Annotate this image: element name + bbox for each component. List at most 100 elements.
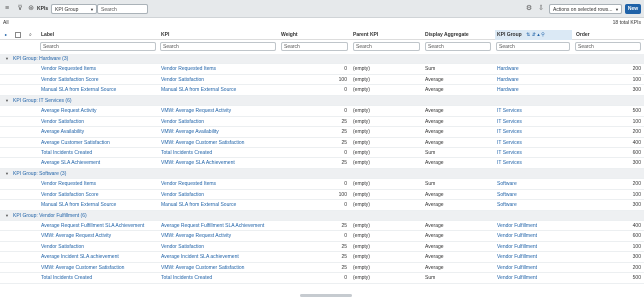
kpi-cell[interactable]: VMW: Average Request Activity <box>161 108 231 114</box>
kpi-group-cell[interactable]: Vendor Fulfillment <box>497 244 537 250</box>
kpi-group-cell[interactable]: Hardware <box>497 87 519 93</box>
kpi-cell[interactable]: VMW: Average SLA Achievement <box>161 160 235 166</box>
kpi-group-cell[interactable]: IT Services <box>497 119 522 125</box>
kpi-cell[interactable]: VMW: Average Request Activity <box>161 233 231 239</box>
kpi-cell[interactable]: Average Request Fulfillment SLA Achievem… <box>161 223 264 229</box>
kpi-group-cell[interactable]: Software <box>497 202 517 208</box>
kpi-group-cell[interactable]: Hardware <box>497 66 519 72</box>
table-row[interactable]: Vendor Satisfaction Score Vendor Satisfac… <box>0 190 644 201</box>
kpi-cell[interactable]: Vendor Satisfaction <box>161 244 204 250</box>
group-row[interactable]: ▼ KPI Group: Vendor Fulfillment (6) <box>0 210 644 221</box>
column-parent-kpi[interactable]: Parent KPI <box>353 32 378 38</box>
group-title[interactable]: KPI Group: Vendor Fulfillment (6) <box>13 213 87 219</box>
label-cell[interactable]: Vendor Satisfaction Score <box>41 77 99 83</box>
table-row[interactable]: Average Customer Satisfaction VMW: Averag… <box>0 138 644 148</box>
kpi-group-cell[interactable]: Software <box>497 181 517 187</box>
kpi-group-cell[interactable]: IT Services <box>497 150 522 156</box>
kpi-cell[interactable]: Vendor Satisfaction <box>161 119 204 125</box>
kpi-cell[interactable]: Manual SLA from External Source <box>161 202 236 208</box>
group-title[interactable]: KPI Group: IT Services (6) <box>13 98 72 104</box>
column-order[interactable]: Order <box>576 32 590 38</box>
label-cell[interactable]: Average Request Activity <box>41 108 97 114</box>
table-row[interactable]: Vendor Requested Items Vendor Requested I… <box>0 64 644 75</box>
search-icon[interactable]: ⌕ <box>29 32 32 38</box>
table-row[interactable]: Vendor Satisfaction Vendor Satisfaction 25… <box>0 117 644 128</box>
kpi-cell[interactable]: VMW: Average Customer Satisfaction <box>161 140 244 146</box>
kpi-cell[interactable]: Total Incidents Created <box>161 275 212 281</box>
kpi-cell[interactable]: VMW: Average Availability <box>161 129 219 135</box>
column-label[interactable]: Label <box>41 32 54 38</box>
label-cell[interactable]: Average Availability <box>41 129 84 135</box>
table-row[interactable]: Average Incident SLA achievement Average … <box>0 252 644 263</box>
kpi-group-cell[interactable]: Hardware <box>497 77 519 83</box>
column-kpi-group[interactable]: KPI Group ⇅ ⇵ ▴ ⚲ <box>495 30 572 40</box>
label-cell[interactable]: Average SLA Achievement <box>41 160 100 166</box>
filter-weight-input[interactable]: Search <box>281 42 348 51</box>
kpi-group-cell[interactable]: IT Services <box>497 108 522 114</box>
table-row[interactable]: Vendor Requested Items Vendor Requested I… <box>0 179 644 190</box>
filter-icon[interactable]: ⊽ <box>16 5 24 13</box>
column-display-aggregate[interactable]: Display Aggregate <box>425 32 469 38</box>
group-by-select[interactable]: KPI Group ▼ <box>51 4 97 14</box>
label-cell[interactable]: VMW: Average Request Activity <box>41 233 111 239</box>
new-button[interactable]: New <box>625 4 641 14</box>
gear-icon[interactable]: ⚙ <box>525 5 533 13</box>
filter-label-input[interactable]: Search <box>40 42 156 51</box>
kpi-cell[interactable]: Average Incident SLA achievement <box>161 254 239 260</box>
group-title[interactable]: KPI Group: Hardware (3) <box>13 56 68 62</box>
table-row[interactable]: Vendor Satisfaction Score Vendor Satisfac… <box>0 75 644 86</box>
table-row[interactable]: Average Availability VMW: Average Availab… <box>0 127 644 138</box>
collapse-group-icon[interactable]: ▼ <box>5 98 9 103</box>
search-input[interactable]: Search <box>97 4 148 14</box>
actions-select[interactable]: Actions on selected rows... ▼ <box>549 4 622 14</box>
kpi-group-cell[interactable]: Vendor Fulfillment <box>497 254 537 260</box>
table-row[interactable]: Total Incidents Created Total Incidents C… <box>0 273 644 284</box>
label-cell[interactable]: Average Customer Satisfaction <box>41 140 110 146</box>
table-row[interactable]: VMW: Average Request Activity VMW: Averag… <box>0 231 644 242</box>
group-row[interactable]: ▼ KPI Group: IT Services (6) <box>0 95 644 107</box>
table-row[interactable]: Average SLA Achievement VMW: Average SLA … <box>0 158 644 169</box>
label-cell[interactable]: Vendor Requested Items <box>41 181 96 187</box>
collapse-group-icon[interactable]: ▼ <box>5 171 9 176</box>
label-cell[interactable]: Manual SLA from External Source <box>41 87 116 93</box>
table-row[interactable]: Manual SLA from External Source Manual SL… <box>0 85 644 96</box>
collapse-group-icon[interactable]: ▼ <box>5 56 9 61</box>
hamburger-icon[interactable]: ≡ <box>3 5 11 13</box>
filter-parent-kpi-input[interactable]: Search <box>353 42 420 51</box>
kpi-group-cell[interactable]: IT Services <box>497 160 522 166</box>
table-row[interactable]: Manual SLA from External Source Manual SL… <box>0 200 644 211</box>
select-all-checkbox[interactable] <box>15 32 21 38</box>
kpi-cell[interactable]: Manual SLA from External Source <box>161 87 236 93</box>
kpi-group-cell[interactable]: Vendor Fulfillment <box>497 223 537 229</box>
kpi-group-cell[interactable]: Software <box>497 192 517 198</box>
kpi-group-cell[interactable]: Vendor Fulfillment <box>497 233 537 239</box>
filter-kpi-input[interactable]: Search <box>160 42 276 51</box>
label-cell[interactable]: Vendor Requested Items <box>41 66 96 72</box>
group-row[interactable]: ▼ KPI Group: Hardware (3) <box>0 54 644 65</box>
table-row[interactable]: Average Request Fulfillment SLA Achievem… <box>0 221 644 232</box>
table-row[interactable]: Vendor Satisfaction Vendor Satisfaction 25… <box>0 242 644 253</box>
expand-all-icon[interactable]: ▸ <box>5 32 7 37</box>
kpi-cell[interactable]: Total Incidents Created <box>161 150 212 156</box>
label-cell[interactable]: Vendor Satisfaction <box>41 244 84 250</box>
kpi-cell[interactable]: Vendor Satisfaction <box>161 192 204 198</box>
kpi-cell[interactable]: Vendor Satisfaction <box>161 77 204 83</box>
table-row[interactable]: VMW: Average Customer Satisfaction VMW: A… <box>0 263 644 274</box>
table-row[interactable]: Average Request Activity VMW: Average Req… <box>0 106 644 117</box>
label-cell[interactable]: VMW: Average Customer Satisfaction <box>41 265 124 271</box>
breadcrumb-all[interactable]: All <box>3 20 9 26</box>
collapse-group-icon[interactable]: ▼ <box>5 213 9 218</box>
kpi-group-cell[interactable]: IT Services <box>497 129 522 135</box>
download-icon[interactable]: ⇩ <box>537 5 545 13</box>
label-cell[interactable]: Manual SLA from External Source <box>41 202 116 208</box>
label-cell[interactable]: Total Incidents Created <box>41 275 92 281</box>
table-row[interactable]: Total Incidents Created Total Incidents C… <box>0 148 644 159</box>
kpi-group-cell[interactable]: Vendor Fulfillment <box>497 275 537 281</box>
group-title[interactable]: KPI Group: Software (3) <box>13 171 66 177</box>
kpi-cell[interactable]: VMW: Average Customer Satisfaction <box>161 265 244 271</box>
kpi-group-cell[interactable]: Vendor Fulfillment <box>497 265 537 271</box>
kpi-cell[interactable]: Vendor Requested Items <box>161 181 216 187</box>
label-cell[interactable]: Total Incidents Created <box>41 150 92 156</box>
label-cell[interactable]: Average Incident SLA achievement <box>41 254 119 260</box>
column-kpi[interactable]: KPI <box>161 32 169 38</box>
